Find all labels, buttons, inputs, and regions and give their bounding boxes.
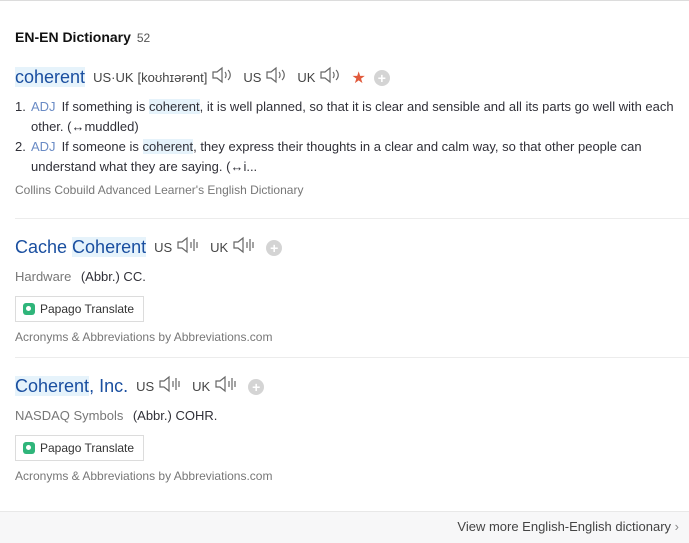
entry-header: Coherent, Inc. US UK + (15, 375, 689, 398)
headword-highlight: Coherent (15, 376, 90, 396)
sense-number: 2. (15, 139, 26, 154)
us-speaker-icon[interactable] (265, 66, 287, 89)
entry-header: coherent US·UK [koʊhɪərənt] US UK ★ + (15, 66, 689, 89)
section-title: EN-EN Dictionary 52 (15, 29, 150, 45)
plus-icon[interactable]: + (266, 239, 283, 256)
plus-icon[interactable]: + (373, 69, 390, 86)
phonetic: [koʊhɪərənt] (137, 70, 208, 85)
headword-highlight: coherent (15, 67, 86, 87)
chevron-right-icon: › (674, 519, 679, 534)
plus-icon[interactable]: + (248, 378, 265, 395)
top-divider (0, 0, 689, 1)
sense-number: 1. (15, 99, 26, 114)
speaker-icon[interactable] (211, 66, 233, 89)
entry-divider (15, 218, 689, 219)
entry-cache-coherent: Cache Coherent US UK + Hardware (Abbr.) … (15, 236, 689, 344)
sense-text: ADJ If someone is coherent, they express … (31, 137, 689, 177)
abbr-row: NASDAQ Symbols (Abbr.) COHR. (15, 407, 689, 425)
headword-suffix: , Inc. (89, 376, 129, 396)
headword-highlight: Coherent (72, 237, 147, 257)
us-label: US (136, 379, 155, 394)
abbr-row: Hardware (Abbr.) CC. (15, 268, 689, 286)
papago-row: Papago Translate (15, 435, 689, 461)
papago-label: Papago Translate (40, 441, 135, 455)
sense-highlight: coherent (149, 99, 200, 114)
abbreviation: (Abbr.) COHR. (132, 408, 218, 423)
view-more-link[interactable]: View more English-English dictionary › (457, 519, 679, 534)
entry-coherent: coherent US·UK [koʊhɪərənt] US UK ★ + 1.… (15, 66, 689, 197)
papago-icon (23, 303, 35, 315)
papago-icon (23, 442, 35, 454)
entry-header: Cache Coherent US UK + (15, 236, 689, 259)
headword-link[interactable]: Cache Coherent (15, 237, 147, 258)
source-link[interactable]: Acronyms & Abbreviations by Abbreviation… (15, 469, 689, 483)
us-uk-label: US·UK (93, 70, 134, 85)
sense-pre: If something is (61, 99, 149, 114)
source-link[interactable]: Acronyms & Abbreviations by Abbreviation… (15, 330, 689, 344)
category-tag: Hardware (15, 269, 72, 284)
abbreviation: (Abbr.) CC. (80, 269, 146, 284)
uk-label: UK (210, 240, 229, 255)
sense-item: 1. ADJ If something is coherent, it is we… (15, 97, 689, 137)
entry-count: 52 (136, 31, 151, 45)
us-speaker-icon[interactable] (176, 236, 200, 259)
entry-divider (15, 357, 689, 358)
us-label: US (154, 240, 173, 255)
sense-highlight: coherent (142, 139, 194, 154)
sense-list: 1. ADJ If something is coherent, it is we… (15, 97, 689, 177)
papago-translate-button[interactable]: Papago Translate (15, 296, 145, 322)
papago-row: Papago Translate (15, 296, 689, 322)
view-more-label: View more English-English dictionary (457, 519, 672, 534)
sense-pre: If someone is (61, 139, 143, 154)
footer-bar: View more English-English dictionary › (0, 511, 689, 543)
uk-speaker-icon[interactable] (232, 236, 256, 259)
papago-translate-button[interactable]: Papago Translate (15, 435, 145, 461)
uk-speaker-icon[interactable] (319, 66, 341, 89)
sense-text: ADJ If something is coherent, it is well … (31, 97, 689, 137)
headword-link[interactable]: Coherent, Inc. (15, 376, 128, 397)
papago-label: Papago Translate (40, 302, 135, 316)
uk-speaker-icon[interactable] (214, 375, 238, 398)
star-icon[interactable]: ★ (351, 68, 365, 88)
category-tag: NASDAQ Symbols (15, 408, 124, 423)
source-link[interactable]: Collins Cobuild Advanced Learner's Engli… (15, 183, 689, 197)
us-label: US (243, 70, 262, 85)
uk-label: UK (192, 379, 211, 394)
part-of-speech: ADJ (31, 99, 56, 114)
sense-item: 2. ADJ If someone is coherent, they expre… (15, 137, 689, 177)
headword-link[interactable]: coherent (15, 67, 86, 88)
uk-label: UK (297, 70, 316, 85)
part-of-speech: ADJ (31, 139, 56, 154)
section-title-text: EN-EN Dictionary (15, 29, 131, 45)
headword-prefix: Cache (15, 237, 73, 257)
us-speaker-icon[interactable] (158, 375, 182, 398)
entry-coherent-inc: Coherent, Inc. US UK + NASDAQ Symbols (A… (15, 375, 689, 483)
